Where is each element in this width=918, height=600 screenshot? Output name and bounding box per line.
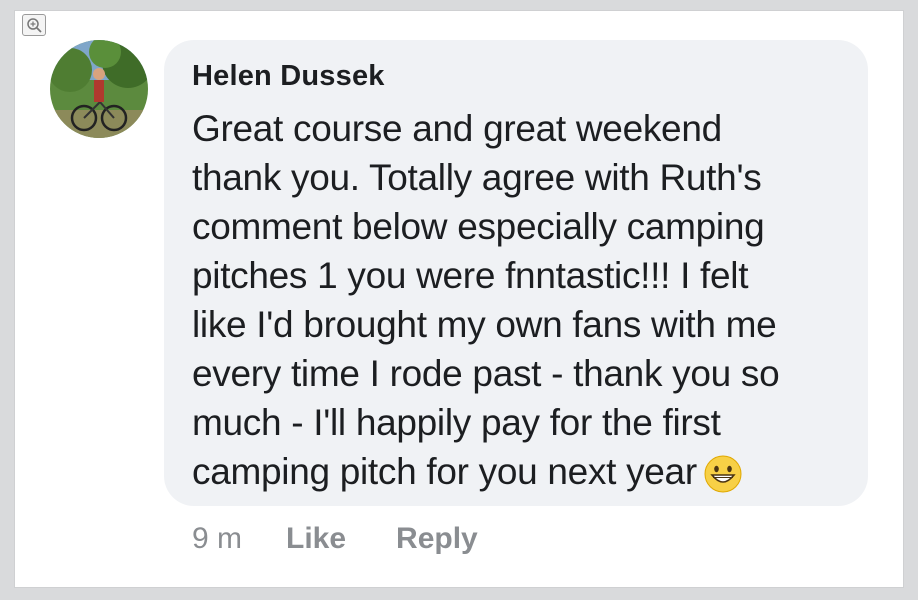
like-button[interactable]: Like	[286, 522, 346, 556]
grinning-face-icon	[703, 454, 743, 494]
comment-timestamp[interactable]: 9 m	[192, 522, 242, 556]
comment-line: thank you. Totally agree with Ruth's	[192, 157, 762, 198]
comment-line-text: camping pitch for you next year	[192, 451, 697, 492]
comment-text: Great course and great weekend thank you…	[192, 104, 842, 496]
comment-line: Great course and great weekend	[192, 108, 722, 149]
comment-actions: 9 m Like Reply	[192, 522, 478, 556]
comment-line: comment below especially camping	[192, 206, 765, 247]
comment-author[interactable]: Helen Dussek	[192, 60, 385, 93]
reply-button[interactable]: Reply	[396, 522, 478, 556]
comment-line: every time I rode past - thank you so	[192, 353, 780, 394]
comment-line: pitches 1 you were fnntastic!!! I felt	[192, 255, 749, 296]
comment-line: much - I'll happily pay for the first	[192, 402, 721, 443]
comment-line-last: camping pitch for you next year	[192, 447, 842, 496]
comment-line: like I'd brought my own fans with me	[192, 304, 777, 345]
zoom-icon[interactable]	[22, 14, 46, 36]
avatar[interactable]	[50, 40, 148, 138]
